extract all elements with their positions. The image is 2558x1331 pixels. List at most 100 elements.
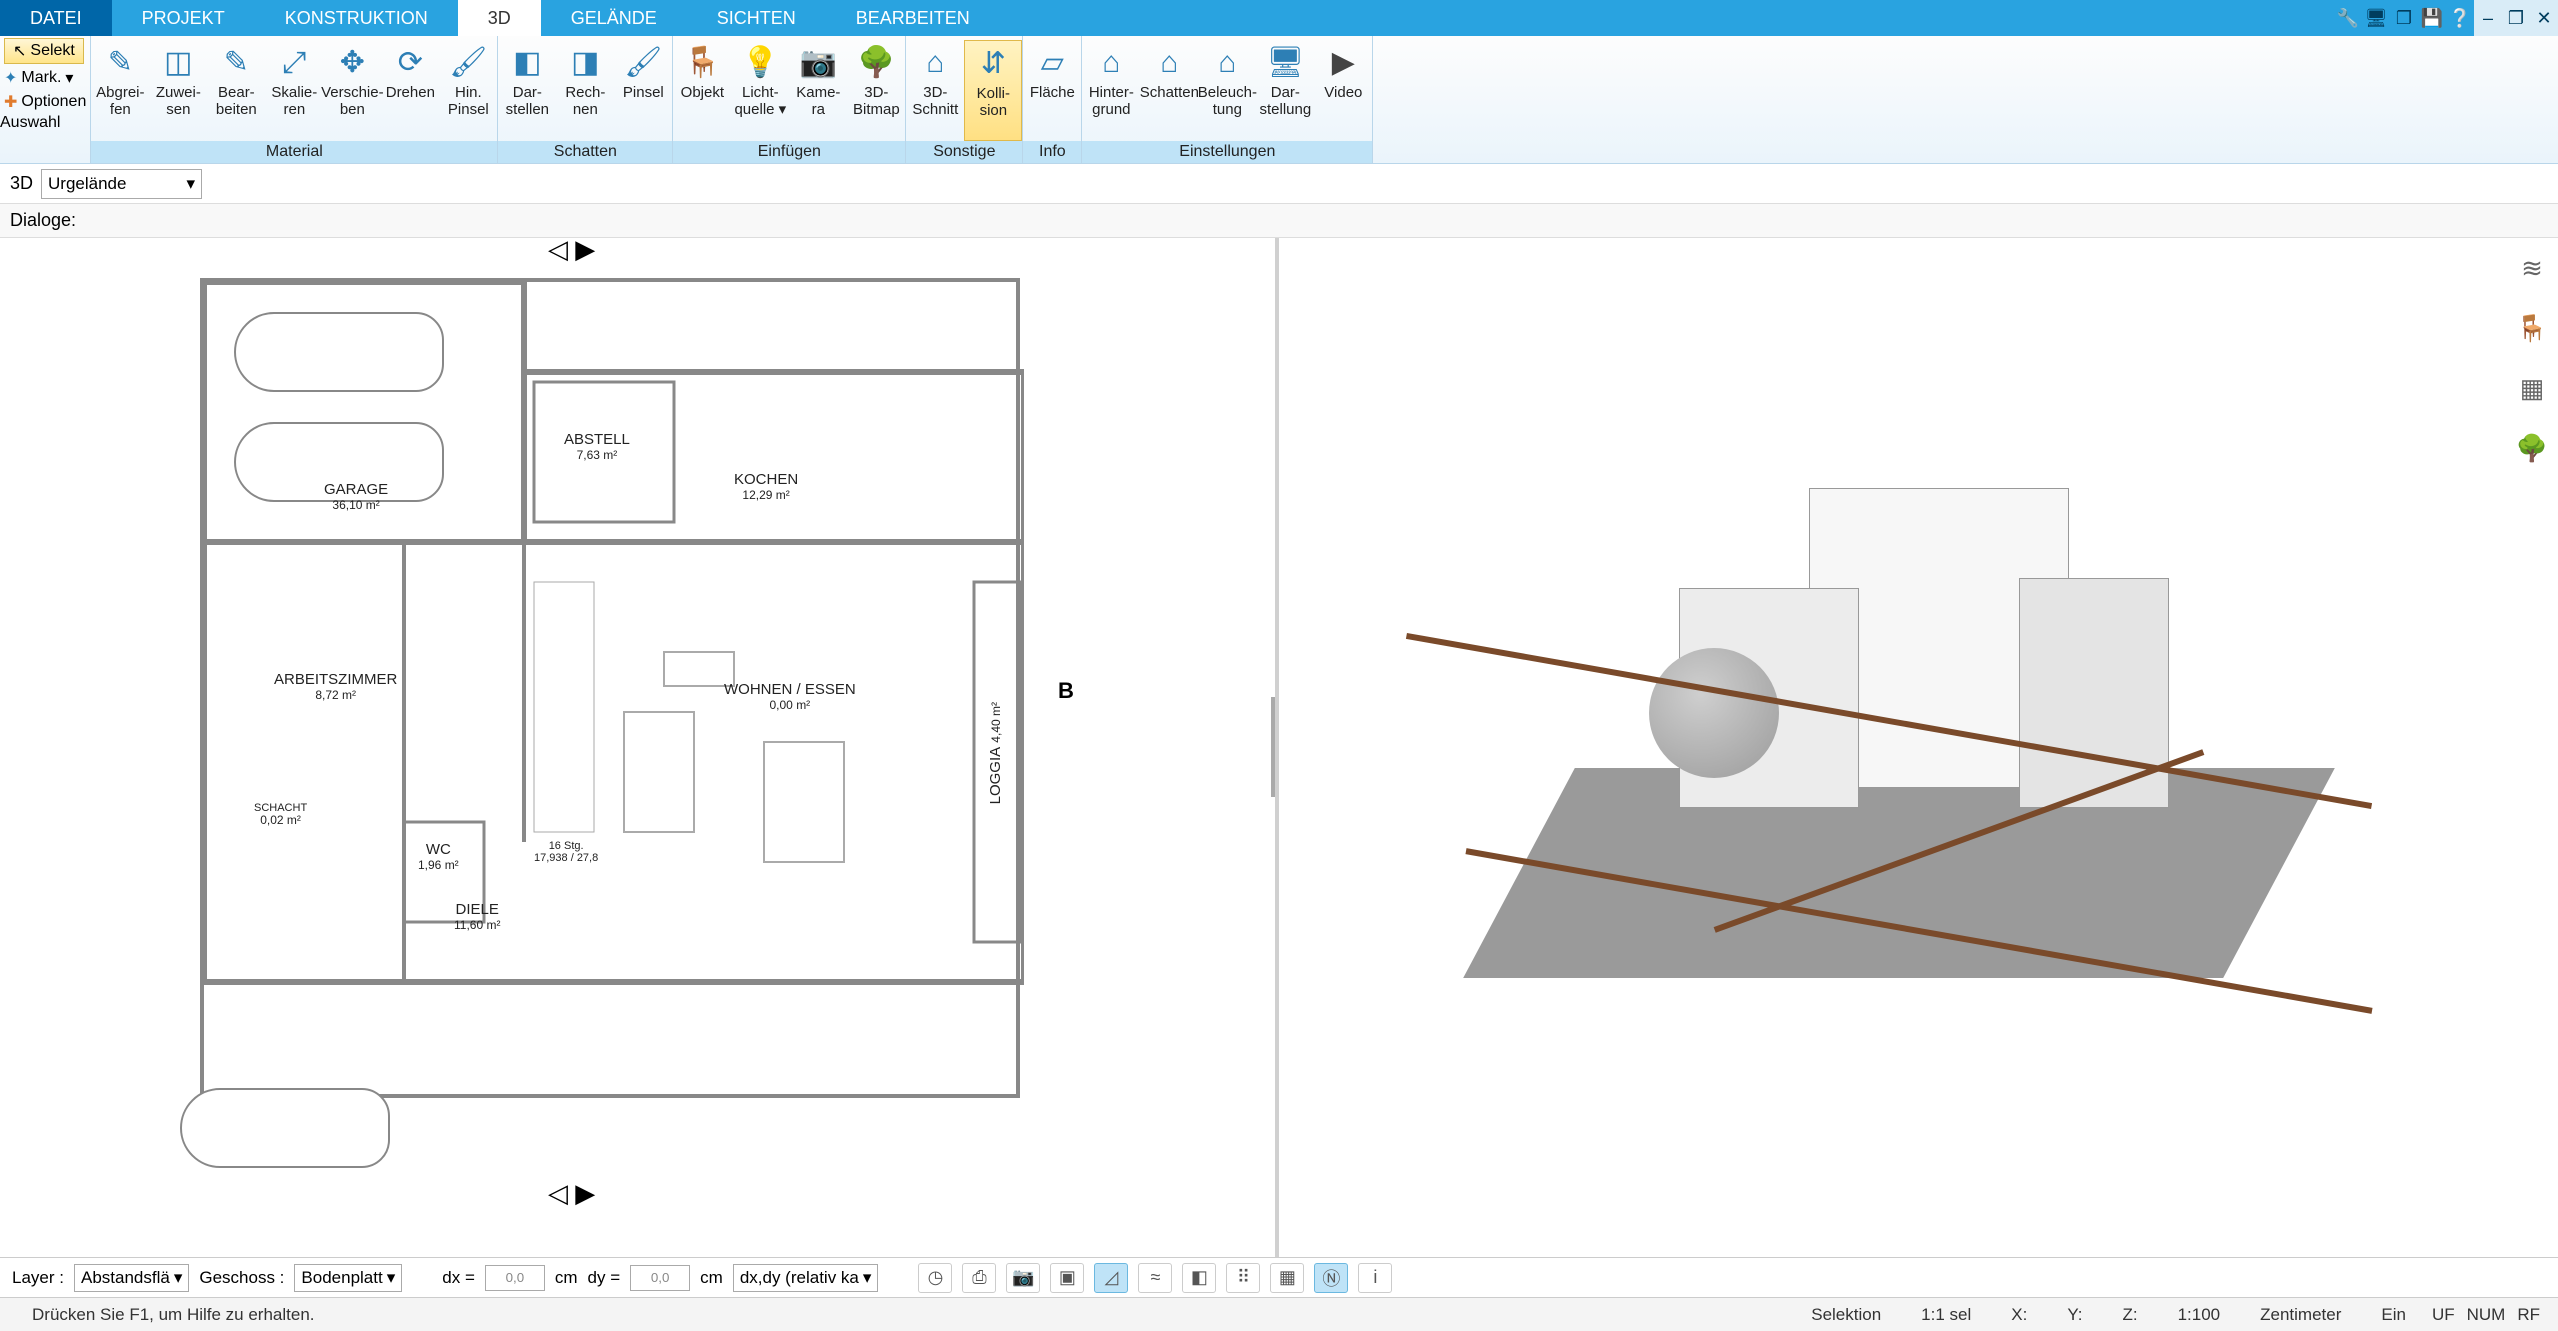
chair-icon[interactable]: 🪑: [2514, 310, 2550, 346]
help-icon[interactable]: ❔: [2446, 0, 2474, 36]
window-icon[interactable]: ❐: [2390, 0, 2418, 36]
palette-icon[interactable]: ▦: [2514, 370, 2550, 406]
dots-icon[interactable]: ⠿: [1226, 1263, 1260, 1293]
tool-kollision[interactable]: ⇵Kolli-sion: [964, 40, 1022, 141]
group-label-auswahl: Auswahl: [0, 114, 90, 132]
status-rf: RF: [2511, 1305, 2546, 1325]
dx-unit: cm: [555, 1268, 578, 1288]
tool-hintergrund[interactable]: ⌂Hinter-grund: [1082, 40, 1140, 141]
surface-icon[interactable]: ◿: [1094, 1263, 1128, 1293]
tab-datei[interactable]: DATEI: [0, 0, 112, 36]
tool-hin-pinsel[interactable]: 🖌Hin.Pinsel: [439, 40, 497, 141]
tab-konstruktion[interactable]: KONSTRUKTION: [255, 0, 458, 36]
geschoss-label: Geschoss :: [199, 1268, 284, 1288]
tool-pinsel[interactable]: 🖌Pinsel: [614, 40, 672, 141]
n-icon[interactable]: Ⓝ: [1314, 1263, 1348, 1293]
pane-splitter[interactable]: [1271, 697, 1279, 797]
skalieren-icon: ⤢: [282, 42, 306, 84]
tool-beleuchtung[interactable]: ⌂Beleuch-tung: [1198, 40, 1256, 141]
tool-kamera[interactable]: 📷Kame-ra: [789, 40, 847, 141]
minimize-button[interactable]: –: [2474, 0, 2502, 36]
flaeche-icon: ▱: [1041, 42, 1064, 84]
tool-abgreifen[interactable]: ✎Abgrei-fen: [91, 40, 149, 141]
tab-gelaende[interactable]: GELÄNDE: [541, 0, 687, 36]
view-select-bar: 3D Urgelände▾: [0, 164, 2558, 204]
ribbon-group-material: ✎Abgrei-fen◫Zuwei-sen✎Bear-beiten⤢Skalie…: [91, 36, 498, 163]
tool-rechnen[interactable]: ◨Rech-nen: [556, 40, 614, 141]
tool-skalieren[interactable]: ⤢Skalie-ren: [265, 40, 323, 141]
tool-3d-schnitt[interactable]: ⌂3D-Schnitt: [906, 40, 964, 141]
coord-mode-select[interactable]: dx,dy (relativ ka▾: [733, 1264, 879, 1292]
tool-objekt[interactable]: 🪑Objekt: [673, 40, 731, 141]
zuweisen-icon: ◫: [164, 42, 192, 84]
tab-sichten[interactable]: SICHTEN: [687, 0, 826, 36]
tool-lichtquelle[interactable]: 💡Licht-quelle ▾: [731, 40, 789, 141]
car-icon: [234, 312, 444, 392]
section-arrow-top: ◁ ▶: [548, 238, 595, 265]
tool-drehen[interactable]: ⟳Drehen: [381, 40, 439, 141]
terrain-combo[interactable]: Urgelände▾: [41, 169, 202, 199]
room-label-schacht: SCHACHT0,02 m²: [254, 802, 307, 827]
tool-bearbeiten[interactable]: ✎Bear-beiten: [207, 40, 265, 141]
tool-zuweisen[interactable]: ◫Zuwei-sen: [149, 40, 207, 141]
status-y: Y:: [2047, 1305, 2102, 1325]
clock-icon[interactable]: ◷: [918, 1263, 952, 1293]
section-arrow-bottom: ◁ ▶: [548, 1178, 595, 1209]
main-area: ◁ ▶ B B GARAGE36: [0, 238, 2558, 1257]
ribbon-group-info: ▱Fläche Info: [1023, 36, 1082, 163]
tool-video[interactable]: ▶Video: [1314, 40, 1372, 141]
tool-3d-bitmap[interactable]: 🌳3D-Bitmap: [847, 40, 905, 141]
ribbon-group-einfuegen: 🪑Objekt💡Licht-quelle ▾📷Kame-ra🌳3D-Bitmap…: [673, 36, 906, 163]
wrench-icon[interactable]: 🔧: [2334, 0, 2362, 36]
status-sel-ratio: 1:1 sel: [1901, 1305, 1991, 1325]
dx-input[interactable]: [485, 1265, 545, 1291]
grid-icon[interactable]: ▦: [1270, 1263, 1304, 1293]
darstellen-icon: ◧: [513, 42, 541, 84]
cube-icon[interactable]: ▣: [1050, 1263, 1084, 1293]
side-toolbar: ≋ 🪑 ▦ 🌳: [2514, 250, 2550, 466]
maximize-button[interactable]: ❐: [2502, 0, 2530, 36]
wave-icon[interactable]: ≈: [1138, 1263, 1172, 1293]
tool-darstellen[interactable]: ◧Dar-stellen: [498, 40, 556, 141]
geschoss-select[interactable]: Bodenplatt▾: [294, 1264, 402, 1292]
room-label-kochen: KOCHEN12,29 m²: [734, 472, 798, 502]
dy-input[interactable]: [630, 1265, 690, 1291]
layer-label: Layer :: [12, 1268, 64, 1288]
group-label-schatten: Schatten: [498, 141, 672, 163]
close-button[interactable]: ✕: [2530, 0, 2558, 36]
verschieben-icon: ✥: [340, 42, 365, 84]
monitor-icon[interactable]: 🖥: [2362, 0, 2390, 36]
select-button[interactable]: ↖Selekt: [4, 38, 84, 64]
chevron-down-icon: ▾: [186, 174, 195, 194]
kollision-icon: ⇵: [981, 43, 1006, 85]
beleuchtung-icon: ⌂: [1218, 42, 1236, 84]
layers2-icon[interactable]: ◧: [1182, 1263, 1216, 1293]
drehen-icon: ⟳: [398, 42, 423, 84]
tab-bearbeiten[interactable]: BEARBEITEN: [826, 0, 1000, 36]
status-x: X:: [1991, 1305, 2047, 1325]
right-wrapper: ≋ 🪑 ▦ 🌳: [1279, 238, 2558, 1257]
dx-label: dx =: [442, 1268, 475, 1288]
save-icon[interactable]: 💾: [2418, 0, 2446, 36]
tool-darstellung[interactable]: 🖥Dar-stellung: [1256, 40, 1314, 141]
ribbon-group-sonstige: ⌂3D-Schnitt⇵Kolli-sion Sonstige: [906, 36, 1023, 163]
info-icon[interactable]: i: [1358, 1263, 1392, 1293]
tool-schatten-set[interactable]: ⌂Schatten: [1140, 40, 1198, 141]
tool-verschieben[interactable]: ✥Verschie-ben: [323, 40, 381, 141]
floorplan-pane[interactable]: ◁ ▶ B B GARAGE36: [0, 238, 1279, 1257]
tree-icon[interactable]: 🌳: [2514, 430, 2550, 466]
status-num: NUM: [2461, 1305, 2512, 1325]
options-button[interactable]: ✚Optionen: [0, 90, 90, 114]
tool-flaeche[interactable]: ▱Fläche: [1023, 40, 1081, 141]
printer-icon[interactable]: ⎙: [962, 1263, 996, 1293]
status-uf: UF: [2426, 1305, 2461, 1325]
layer-select[interactable]: Abstandsflä▾: [74, 1264, 189, 1292]
mark-button[interactable]: ✦Mark. ▾: [0, 66, 90, 90]
layers-icon[interactable]: ≋: [2514, 250, 2550, 286]
tab-3d[interactable]: 3D: [458, 0, 541, 36]
objekt-icon: 🪑: [684, 42, 721, 84]
car-icon: [180, 1088, 390, 1168]
room-label-abstell: ABSTELL7,63 m²: [564, 432, 630, 462]
camera-icon[interactable]: 📷: [1006, 1263, 1040, 1293]
tab-projekt[interactable]: PROJEKT: [112, 0, 255, 36]
